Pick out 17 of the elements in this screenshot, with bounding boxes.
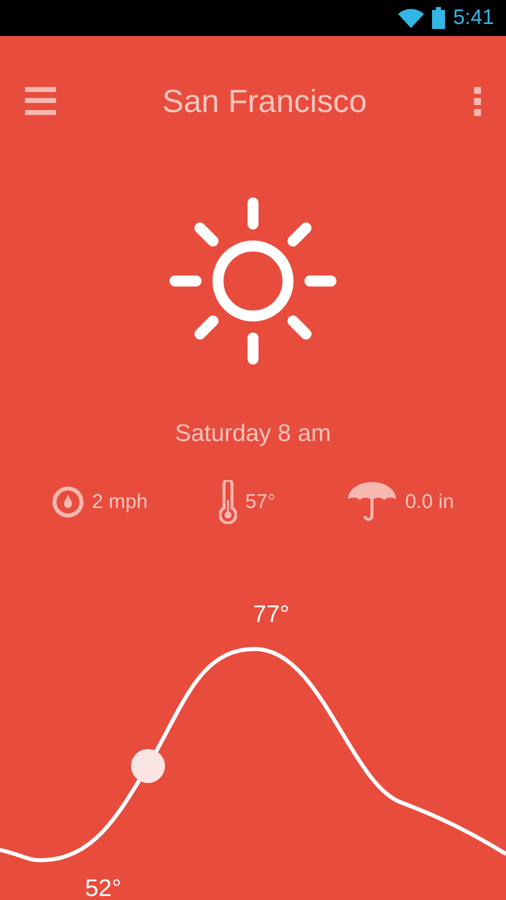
stat-value: 57° [245,490,276,515]
wifi-icon [398,8,424,28]
droplet-circle-icon [52,486,84,518]
stat-value: 2 mph [92,490,148,515]
current-hour-dot[interactable] [131,749,165,783]
city-title: San Francisco [162,82,367,121]
low-temperature: 52° [85,877,122,900]
sun-icon [168,196,338,366]
stat-value: 0.0 in [405,490,454,515]
more-options-icon[interactable] [473,86,481,116]
high-temperature: 77° [253,603,290,627]
thermometer-icon [219,480,238,524]
battery-icon [432,7,446,29]
umbrella-icon [347,482,398,522]
menu-icon[interactable] [25,87,56,115]
forecast-time: Saturday 8 am [174,419,332,449]
status-time: 5:41 [453,5,494,32]
